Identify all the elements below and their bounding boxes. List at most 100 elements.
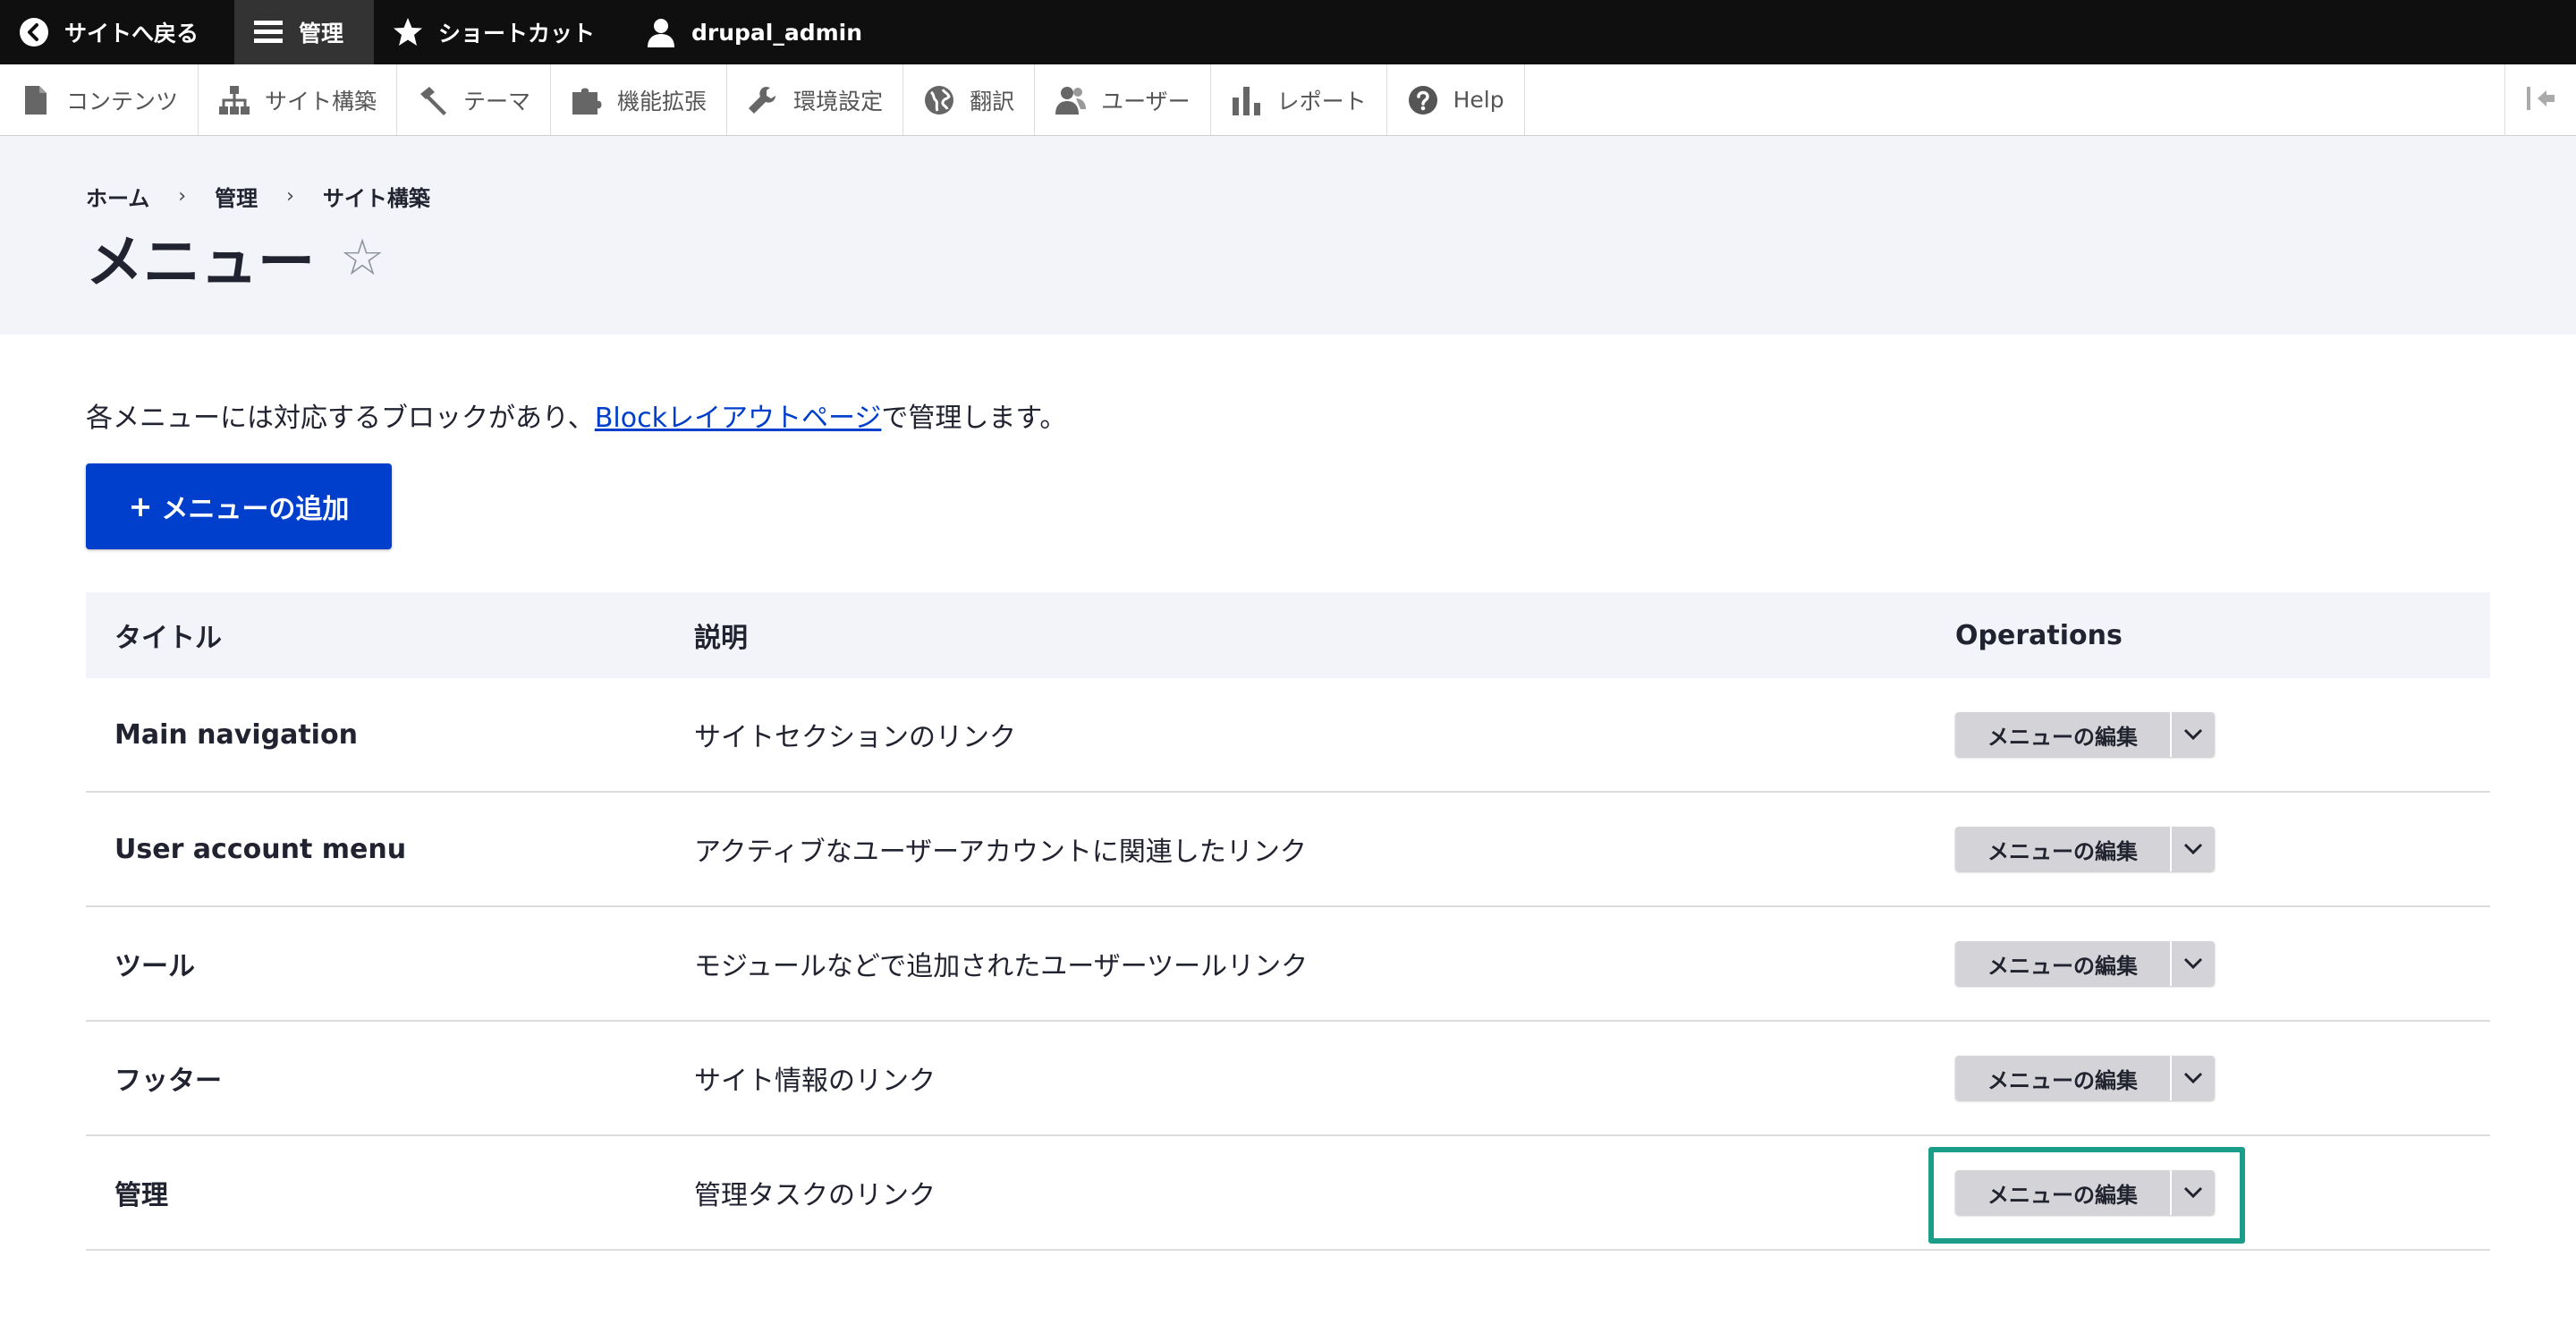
shortcuts-tab[interactable]: ショートカット	[374, 0, 627, 64]
tray-item-label: テーマ	[463, 88, 531, 115]
tray-item-label: ユーザー	[1101, 88, 1191, 115]
back-arrow-icon	[18, 16, 50, 48]
breadcrumb-separator-icon: ›	[286, 185, 294, 208]
menu-title: ツール	[114, 951, 195, 982]
dropdown-toggle[interactable]	[2172, 712, 2215, 757]
add-menu-button[interactable]: + メニューの追加	[86, 463, 392, 549]
tray-item-people[interactable]: ユーザー	[1035, 64, 1211, 135]
collapse-arrow-icon	[2525, 85, 2557, 115]
user-icon	[645, 16, 677, 48]
menu-description: サイト情報のリンク	[694, 1066, 936, 1097]
dropdown-toggle[interactable]	[2172, 1056, 2215, 1100]
table-row: ツール モジュールなどで追加されたユーザーツールリンク メニューの編集	[86, 907, 2490, 1022]
page-description: 各メニューには対応するブロックがあり、Blockレイアウトページで管理します。	[86, 395, 1066, 435]
menu-description: サイトセクションのリンク	[694, 722, 1016, 753]
tray-item-reports[interactable]: レポート	[1211, 64, 1387, 135]
table-row: フッター サイト情報のリンク メニューの編集	[86, 1022, 2490, 1136]
edit-menu-button[interactable]: メニューの編集	[1955, 941, 2172, 986]
user-tab[interactable]: drupal_admin	[627, 0, 887, 64]
dropdown-toggle[interactable]	[2172, 827, 2215, 871]
edit-menu-button[interactable]: メニューの編集	[1955, 1170, 2172, 1215]
file-icon	[20, 84, 52, 116]
collapse-tray-button[interactable]	[2504, 64, 2576, 136]
header-description: 説明	[694, 623, 748, 654]
tray-item-label: 翻訳	[970, 88, 1015, 115]
manage-tab[interactable]: 管理	[234, 0, 374, 64]
operations-dropbutton: メニューの編集	[1955, 1056, 2215, 1100]
tray-item-label: レポート	[1276, 88, 1367, 115]
star-shortcut-icon[interactable]: ☆	[340, 229, 385, 287]
menu-title: フッター	[114, 1066, 222, 1097]
table-row: Main navigation サイトセクションのリンク メニューの編集	[86, 678, 2490, 793]
menu-title: 管理	[114, 1180, 168, 1211]
edit-menu-button[interactable]: メニューの編集	[1955, 827, 2172, 871]
help-icon	[1407, 84, 1439, 116]
tray-item-content[interactable]: コンテンツ	[0, 64, 199, 135]
menu-description: モジュールなどで追加されたユーザーツールリンク	[694, 951, 1309, 982]
dropdown-toggle[interactable]	[2172, 1170, 2215, 1215]
operations-dropbutton: メニューの編集	[1955, 1170, 2215, 1215]
tray-item-label: Help	[1453, 87, 1504, 113]
add-menu-label: メニューの追加	[161, 494, 350, 525]
breadcrumb-admin[interactable]: 管理	[215, 181, 258, 212]
breadcrumb-home[interactable]: ホーム	[86, 181, 149, 212]
menu-title: User account menu	[114, 833, 407, 865]
operations-dropbutton: メニューの編集	[1955, 941, 2215, 986]
globe-icon	[923, 84, 955, 116]
header-title: タイトル	[114, 623, 222, 654]
table-header: タイトル 説明 Operations	[86, 592, 2490, 678]
page-title: メニュー ☆	[86, 217, 385, 299]
chevron-down-icon	[2183, 843, 2203, 855]
breadcrumb-separator-icon: ›	[178, 185, 187, 208]
back-to-site-link[interactable]: サイトへ戻る	[0, 0, 234, 64]
edit-menu-button[interactable]: メニューの編集	[1955, 712, 2172, 757]
tray-item-translation[interactable]: 翻訳	[903, 64, 1036, 135]
chevron-down-icon	[2183, 1072, 2203, 1084]
tray-item-configuration[interactable]: 環境設定	[727, 64, 904, 135]
tray-item-label: 機能拡張	[617, 88, 708, 115]
table-row: 管理 管理タスクのリンク メニューの編集	[86, 1136, 2490, 1251]
admin-menu-tray: コンテンツ サイト構築 テーマ 機能拡張 環境設定 翻訳 ユーザー レポート H…	[0, 64, 2576, 136]
hamburger-icon	[252, 16, 284, 48]
operations-dropbutton: メニューの編集	[1955, 827, 2215, 871]
edit-menu-button[interactable]: メニューの編集	[1955, 1056, 2172, 1100]
tray-item-label: サイト構築	[265, 88, 377, 115]
tray-item-extend[interactable]: 機能拡張	[551, 64, 728, 135]
description-suffix: で管理します。	[881, 403, 1067, 434]
plus-icon: +	[128, 489, 153, 523]
menus-table: タイトル 説明 Operations Main navigation サイトセク…	[86, 592, 2490, 1251]
shortcuts-label: ショートカット	[438, 21, 596, 47]
dropdown-toggle[interactable]	[2172, 941, 2215, 986]
breadcrumb-structure[interactable]: サイト構築	[323, 181, 430, 212]
sitemap-icon	[218, 84, 250, 116]
tray-item-structure[interactable]: サイト構築	[199, 64, 398, 135]
description-prefix: 各メニューには対応するブロックがあり、	[86, 403, 595, 434]
page-title-text: メニュー	[86, 230, 315, 296]
bar-chart-icon	[1231, 84, 1263, 116]
page-header: ホーム › 管理 › サイト構築 メニュー ☆	[0, 136, 2576, 335]
block-layout-link[interactable]: Blockレイアウトページ	[595, 403, 882, 434]
chevron-down-icon	[2183, 957, 2203, 970]
wrench-icon	[747, 84, 779, 116]
breadcrumb: ホーム › 管理 › サイト構築	[86, 181, 430, 212]
star-icon	[392, 16, 424, 48]
chevron-down-icon	[2183, 728, 2203, 741]
people-icon	[1055, 84, 1087, 116]
table-row: User account menu アクティブなユーザーアカウントに関連したリン…	[86, 793, 2490, 907]
admin-toolbar: サイトへ戻る 管理 ショートカット drupal_admin	[0, 0, 2576, 64]
operations-dropbutton: メニューの編集	[1955, 712, 2215, 757]
back-to-site-label: サイトへ戻る	[64, 21, 199, 47]
header-operations: Operations	[1955, 619, 2123, 651]
tray-item-appearance[interactable]: テーマ	[397, 64, 552, 135]
chevron-down-icon	[2183, 1186, 2203, 1199]
tray-item-label: コンテンツ	[66, 88, 179, 115]
paintbrush-icon	[417, 84, 449, 116]
manage-label: 管理	[299, 21, 344, 47]
tray-item-label: 環境設定	[793, 88, 884, 115]
menu-description: 管理タスクのリンク	[694, 1180, 936, 1211]
puzzle-icon	[571, 84, 603, 116]
user-label: drupal_admin	[691, 19, 863, 46]
menu-description: アクティブなユーザーアカウントに関連したリンク	[694, 837, 1307, 868]
tray-item-help[interactable]: Help	[1387, 64, 1525, 135]
menu-title: Main navigation	[114, 718, 358, 751]
